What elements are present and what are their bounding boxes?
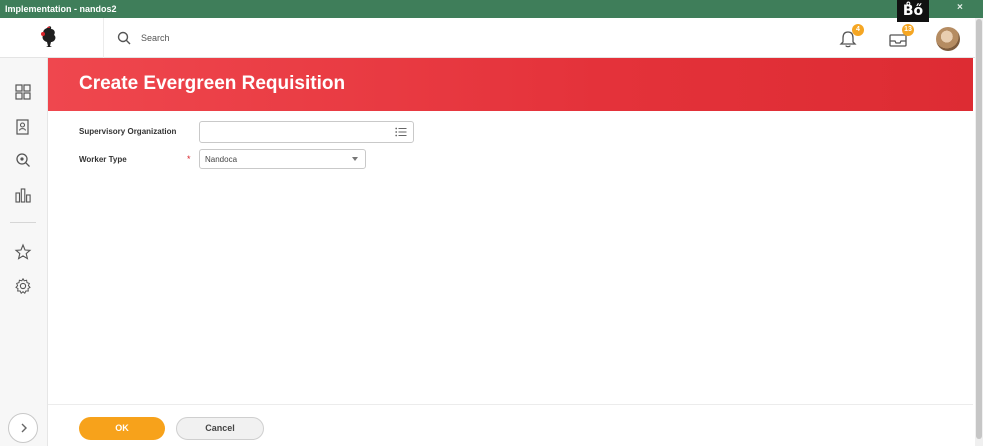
star-icon[interactable] (14, 243, 32, 261)
logo-area[interactable] (0, 18, 104, 58)
apps-grid-icon[interactable] (14, 83, 32, 101)
scrollbar-thumb[interactable] (976, 19, 982, 439)
worker-type-label: Worker Type (79, 155, 127, 164)
search-zoom-icon[interactable] (14, 151, 32, 169)
action-footer: OK Cancel (48, 404, 973, 446)
page-banner: Create Evergreen Requisition (48, 58, 973, 111)
top-header: Search 4 13 (0, 18, 975, 58)
list-prompt-icon[interactable] (395, 127, 407, 137)
overlay-badge[interactable]: B̊ő (897, 0, 929, 22)
search-icon[interactable] (117, 31, 131, 45)
expand-sidebar-button[interactable] (8, 413, 38, 443)
page-scrollbar[interactable] (975, 18, 983, 446)
cancel-button[interactable]: Cancel (176, 417, 264, 440)
supervisory-organization-label: Supervisory Organization (79, 127, 177, 136)
sidebar-divider (10, 222, 36, 223)
notifications-button[interactable]: 4 (836, 24, 864, 49)
required-asterisk: * (187, 154, 191, 164)
rooster-logo-icon (41, 26, 56, 47)
worker-type-select[interactable]: Nandoca (199, 149, 366, 169)
window-titlebar: Implementation - nandos2 B̊ő × (0, 0, 983, 22)
page-title: Create Evergreen Requisition (79, 73, 346, 94)
notifications-count-badge: 4 (852, 24, 864, 36)
inbox-button[interactable]: 13 (886, 24, 914, 49)
bar-chart-icon[interactable] (14, 186, 32, 204)
dropdown-arrow-icon (352, 157, 358, 161)
ok-button[interactable]: OK (79, 417, 165, 440)
gear-icon[interactable] (14, 277, 32, 295)
profile-card-icon[interactable] (14, 118, 32, 136)
close-icon[interactable]: × (957, 2, 963, 13)
search-input[interactable]: Search (141, 33, 170, 43)
inbox-count-badge: 13 (902, 24, 914, 36)
left-sidebar (0, 58, 48, 446)
window-title: Implementation - nandos2 (5, 4, 117, 14)
worker-type-value: Nandoca (205, 155, 238, 164)
chevron-right-icon (21, 423, 27, 433)
user-avatar[interactable] (936, 27, 960, 51)
supervisory-organization-input[interactable] (199, 121, 414, 143)
